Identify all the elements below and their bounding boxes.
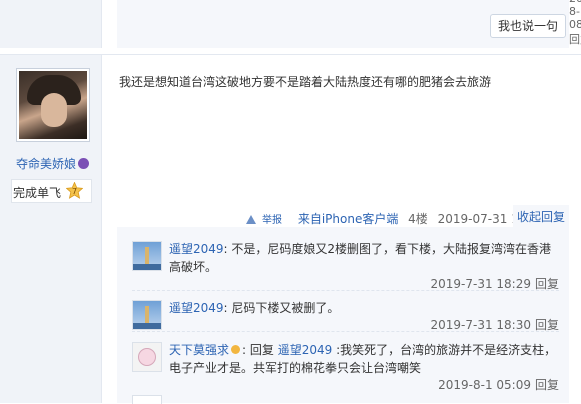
lighthouse-avatar-image: [133, 301, 161, 329]
subreply-time: 2019-8-1 05:09: [438, 378, 531, 392]
previous-author-column: [0, 0, 102, 48]
subreply-reply-link[interactable]: 回复: [535, 318, 559, 332]
subreply-reply-link[interactable]: 回复: [535, 378, 559, 392]
subreply-box: 遥望2049: 不是，尼码度娘又2楼删图了，看下楼，大陆报复湾湾在香港高破坏。 …: [117, 227, 569, 404]
subreply-reply-link[interactable]: 回复: [535, 277, 559, 291]
subreply-username[interactable]: 遥望2049: [169, 242, 224, 256]
subreply-text: 遥望2049: 不是，尼码度娘又2楼删图了，看下楼，大陆报复湾湾在香港高破坏。: [169, 240, 559, 276]
subreply-time-row: 2019-8-1 05:09 回复: [438, 376, 559, 393]
subreply-text: 天下莫强求: 回复 遥望2049 :我笑死了，台湾的旅游并不是经济支柱，电子产业…: [169, 341, 559, 377]
author-name-row[interactable]: 夺命美娇娘: [16, 155, 90, 172]
subreply-avatar[interactable]: [132, 300, 162, 330]
report-link[interactable]: 举报: [246, 212, 288, 226]
warning-icon: [246, 215, 256, 224]
subreply-body: : 尼码下楼又被删了。: [223, 301, 340, 315]
subreply-divider: [132, 290, 559, 292]
emoji-icon: [231, 345, 241, 354]
post-meta: 举报 来自iPhone客户端 4楼 2019-07-31 18:24: [246, 210, 552, 226]
avatar[interactable]: [19, 71, 87, 139]
collapse-replies-button[interactable]: 收起回复: [513, 205, 569, 227]
level-number: 7: [72, 187, 77, 196]
previous-timestamp: 2019-8-1 08:35 回复: [569, 0, 581, 46]
subreply-reply-word: : 回复: [242, 343, 278, 357]
subreply-username[interactable]: 天下莫强求: [169, 343, 229, 357]
subreply-body: : 不是，尼码度娘又2楼删图了，看下楼，大陆报复湾湾在香港高破坏。: [169, 242, 552, 274]
level-box[interactable]: 完成单飞 7: [11, 179, 92, 203]
level-label: 完成单飞: [13, 186, 62, 200]
level-star-icon: 7: [66, 182, 83, 199]
lighthouse-avatar-image: [133, 242, 161, 270]
subreply-avatar[interactable]: [132, 241, 162, 271]
avatar-face: [41, 93, 67, 127]
subreply-divider: [132, 331, 559, 333]
author-name[interactable]: 夺命美娇娘: [16, 157, 76, 171]
floor-number: 4楼: [408, 212, 428, 226]
cartoon-avatar-image: [133, 343, 161, 371]
client-link[interactable]: 来自iPhone客户端: [298, 212, 399, 226]
subreply-avatar[interactable]: [132, 342, 162, 372]
subreply-time: 2019-7-31 18:30: [430, 318, 531, 332]
author-column: 夺命美娇娘 完成单飞 7: [0, 55, 102, 403]
subreply-time: 2019-7-31 18:29: [430, 277, 531, 291]
say-something-button[interactable]: 我也说一句: [490, 14, 566, 38]
report-label[interactable]: 举报: [262, 215, 282, 226]
reply-target-username[interactable]: 遥望2049: [278, 343, 333, 357]
subreply-text: 遥望2049: 尼码下楼又被删了。: [169, 299, 559, 317]
post-content: 我还是想知道台湾这破地方要不是踏着大陆热度还有哪的肥猪会去旅游: [119, 75, 492, 89]
devil-icon: [78, 158, 90, 169]
subreply-username[interactable]: 遥望2049: [169, 301, 224, 315]
avatar-frame[interactable]: [16, 68, 90, 142]
